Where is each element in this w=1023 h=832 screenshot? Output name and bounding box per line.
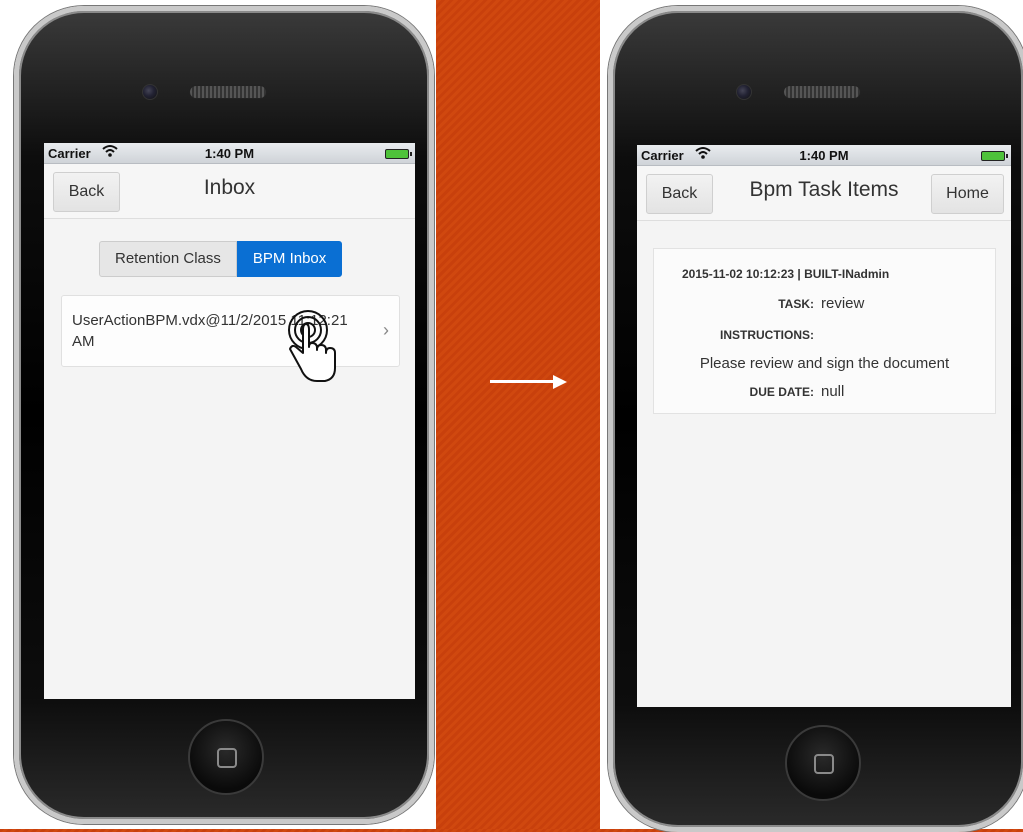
- chevron-right-icon: ›: [383, 320, 389, 340]
- task-value: review: [821, 295, 865, 312]
- left-panel: Carrier 1:40 PM Back Inbox Retention Cla…: [0, 0, 436, 829]
- screen-inbox: Carrier 1:40 PM Back Inbox Retention Cla…: [44, 143, 415, 699]
- nav-bar: Back Inbox: [44, 164, 415, 219]
- speaker-grille: [189, 85, 267, 99]
- home-button[interactable]: [785, 725, 861, 801]
- due-date-value: null: [821, 383, 845, 400]
- page-title: Inbox: [203, 176, 256, 199]
- arrow-head: [553, 375, 567, 389]
- instructions-label: INSTRUCTIONS:: [720, 328, 814, 342]
- task-card[interactable]: 2015-11-02 10:12:23 | BUILT-INadmin TASK…: [653, 248, 996, 414]
- tab-retention-class[interactable]: Retention Class: [99, 241, 237, 277]
- battery-icon: [385, 149, 412, 159]
- due-date-label: DUE DATE:: [749, 385, 814, 399]
- speaker-grille: [783, 85, 861, 99]
- home-nav-button[interactable]: Home: [931, 174, 1004, 214]
- arrow-right-icon: [490, 380, 556, 383]
- status-bar: Carrier 1:40 PM: [44, 143, 415, 164]
- status-time: 1:40 PM: [204, 146, 255, 161]
- right-panel: Carrier 1:40 PM Back Bpm Task Items Home…: [600, 0, 1023, 832]
- tab-bpm-inbox[interactable]: BPM Inbox: [236, 241, 343, 277]
- phone-frame-right: Carrier 1:40 PM Back Bpm Task Items Home…: [608, 6, 1023, 832]
- camera-icon: [142, 84, 158, 100]
- home-square-icon: [217, 748, 237, 768]
- home-button[interactable]: [188, 719, 264, 795]
- status-time: 1:40 PM: [799, 148, 849, 163]
- list-item[interactable]: UserActionBPM.vdx@11/2/2015 11:12:21 AM …: [61, 295, 400, 367]
- instructions-value: Please review and sign the document: [699, 355, 950, 372]
- home-square-icon: [814, 754, 834, 774]
- screen-task-items: Carrier 1:40 PM Back Bpm Task Items Home…: [637, 145, 1011, 707]
- tap-hand-icon: [265, 305, 345, 392]
- phone-frame-left: Carrier 1:40 PM Back Inbox Retention Cla…: [14, 6, 434, 824]
- task-header: 2015-11-02 10:12:23 | BUILT-INadmin: [682, 267, 890, 281]
- task-label: TASK:: [778, 297, 814, 311]
- segmented-control: Retention Class BPM Inbox: [99, 241, 343, 277]
- battery-icon: [981, 151, 1008, 161]
- nav-bar: Back Bpm Task Items Home: [637, 166, 1011, 221]
- status-bar: Carrier 1:40 PM: [637, 145, 1011, 166]
- camera-icon: [736, 84, 752, 100]
